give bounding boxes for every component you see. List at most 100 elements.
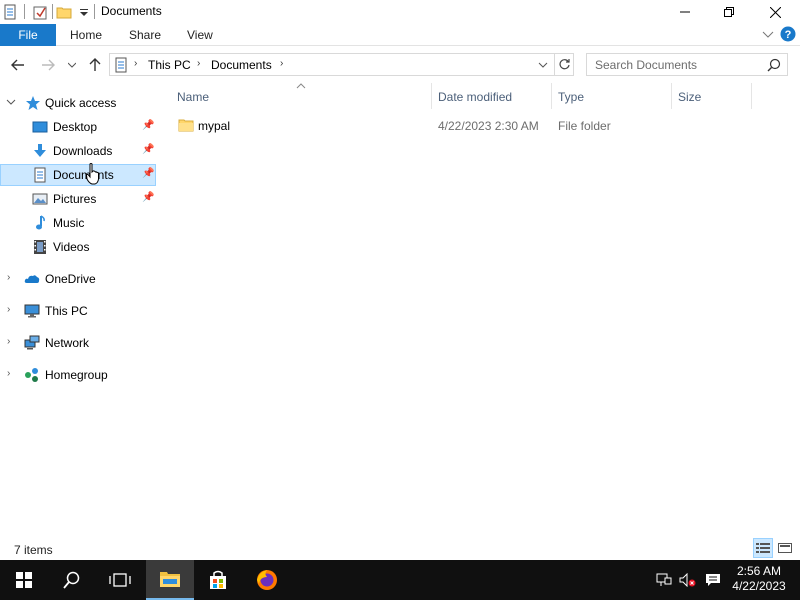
network-icon <box>24 335 40 350</box>
pictures-icon <box>32 193 48 205</box>
taskbar-clock[interactable]: 2:56 AM 4/22/2023 <box>728 564 790 594</box>
sidebar-item-this-pc[interactable]: › This PC <box>0 300 156 322</box>
file-explorer-taskbar-button[interactable] <box>146 560 194 600</box>
action-center-button[interactable] <box>704 572 722 588</box>
start-button[interactable] <box>0 560 48 600</box>
sidebar-item-onedrive[interactable]: › OneDrive <box>0 268 156 290</box>
column-header-date-modified[interactable]: Date modified <box>432 83 552 109</box>
star-icon <box>26 96 40 110</box>
sidebar-item-label: Documents <box>53 168 114 182</box>
restore-button[interactable] <box>706 0 752 24</box>
close-button[interactable] <box>752 0 798 24</box>
column-header-label: Size <box>678 90 702 104</box>
sidebar-item-videos[interactable]: Videos <box>0 236 156 258</box>
homegroup-icon <box>25 368 38 382</box>
videos-icon <box>34 240 46 254</box>
column-header-label: Date modified <box>438 90 513 104</box>
search-input[interactable] <box>595 57 760 73</box>
taskbar: 2:56 AM 4/22/2023 <box>0 560 800 600</box>
expand-chevron-right-icon[interactable]: › <box>7 272 10 283</box>
details-view-icon <box>756 543 770 553</box>
breadcrumb-this-pc[interactable]: This PC <box>148 58 191 72</box>
expand-chevron-right-icon[interactable]: › <box>7 368 10 379</box>
volume-tray-button[interactable] <box>679 572 697 588</box>
notification-icon <box>706 574 720 586</box>
breadcrumb-separator[interactable]: › <box>280 58 283 69</box>
pin-icon: 📌 <box>142 168 155 179</box>
expand-chevron-down-icon[interactable] <box>6 99 16 107</box>
column-header-size[interactable]: Size <box>672 83 752 109</box>
sidebar-item-pictures[interactable]: Pictures 📌 <box>0 188 156 210</box>
forward-button[interactable] <box>38 55 58 75</box>
network-status-icon <box>656 573 672 586</box>
sidebar-item-quick-access[interactable]: Quick access <box>0 92 156 114</box>
recent-locations-button[interactable] <box>62 55 82 75</box>
breadcrumb-documents[interactable]: Documents <box>211 58 272 72</box>
sidebar-item-label: Music <box>53 216 85 230</box>
breadcrumb-separator[interactable]: › <box>134 58 137 69</box>
desktop-icon <box>32 121 48 133</box>
column-header-type[interactable]: Type <box>552 83 672 109</box>
large-icons-view-button[interactable] <box>775 538 795 558</box>
qat-customize-chevron-icon[interactable] <box>76 4 92 20</box>
sidebar-item-label: Network <box>45 336 90 350</box>
help-icon[interactable]: ? <box>780 26 796 42</box>
tab-share[interactable]: Share <box>129 28 161 42</box>
sidebar-item-label: This PC <box>45 304 88 318</box>
sidebar-item-network[interactable]: › Network <box>0 332 156 354</box>
volume-muted-icon <box>679 573 696 587</box>
sidebar-item-desktop[interactable]: Desktop 📌 <box>0 116 156 138</box>
task-view-icon <box>109 573 131 587</box>
address-bar[interactable]: › This PC › Documents › <box>109 53 574 76</box>
restore-icon <box>724 7 734 17</box>
sidebar-item-homegroup[interactable]: › Homegroup <box>0 364 156 386</box>
task-view-button[interactable] <box>96 560 144 600</box>
file-name: mypal <box>198 119 231 133</box>
up-button[interactable] <box>85 55 105 75</box>
address-history-chevron-icon[interactable] <box>538 62 548 69</box>
windows-logo-icon <box>16 572 32 588</box>
sidebar-item-downloads[interactable]: Downloads 📌 <box>0 140 156 162</box>
onedrive-cloud-icon <box>24 275 40 283</box>
file-date-modified: 4/22/2023 2:30 AM <box>438 119 539 133</box>
table-row[interactable]: mypal 4/22/2023 2:30 AM File folder <box>168 113 800 137</box>
close-icon <box>769 6 781 18</box>
refresh-icon[interactable] <box>558 58 571 71</box>
navigation-bar: › This PC › Documents › <box>0 49 800 81</box>
document-properties-icon[interactable] <box>2 4 18 20</box>
tab-view[interactable]: View <box>187 28 213 42</box>
search-box[interactable] <box>586 53 788 76</box>
expand-ribbon-chevron-icon[interactable] <box>762 30 774 40</box>
search-icon[interactable] <box>767 58 781 72</box>
sidebar-item-music[interactable]: Music <box>0 212 156 234</box>
store-icon <box>210 570 226 589</box>
sidebar-item-label: Desktop <box>53 120 98 134</box>
firefox-taskbar-button[interactable] <box>243 560 291 600</box>
network-tray-button[interactable] <box>655 572 673 588</box>
tab-file[interactable]: File <box>0 24 56 46</box>
pin-icon: 📌 <box>142 192 155 203</box>
sidebar-item-documents[interactable]: Documents 📌 <box>0 164 156 186</box>
clock-date: 4/22/2023 <box>732 579 786 593</box>
ribbon-tabs: File Home Share View ? <box>0 24 800 46</box>
new-folder-icon[interactable] <box>56 4 72 20</box>
store-taskbar-button[interactable] <box>194 560 242 600</box>
status-bar: 7 items <box>0 538 800 560</box>
sidebar-item-label: OneDrive <box>45 272 96 286</box>
expand-chevron-right-icon[interactable]: › <box>7 336 10 347</box>
folder-icon <box>178 119 194 132</box>
breadcrumb-separator[interactable]: › <box>197 58 200 69</box>
pin-icon: 📌 <box>142 120 155 131</box>
minimize-button[interactable] <box>662 0 708 24</box>
firefox-icon <box>257 570 277 590</box>
tab-home[interactable]: Home <box>70 28 102 42</box>
column-header-name[interactable]: Name <box>171 83 432 109</box>
expand-chevron-right-icon[interactable]: › <box>7 304 10 315</box>
downloads-icon <box>34 144 46 157</box>
details-view-button[interactable] <box>753 538 773 558</box>
search-taskbar-button[interactable] <box>48 560 96 600</box>
column-header-label: Name <box>177 90 210 104</box>
computer-icon <box>24 304 40 318</box>
back-button[interactable] <box>8 55 28 75</box>
properties-check-icon[interactable] <box>32 4 48 20</box>
